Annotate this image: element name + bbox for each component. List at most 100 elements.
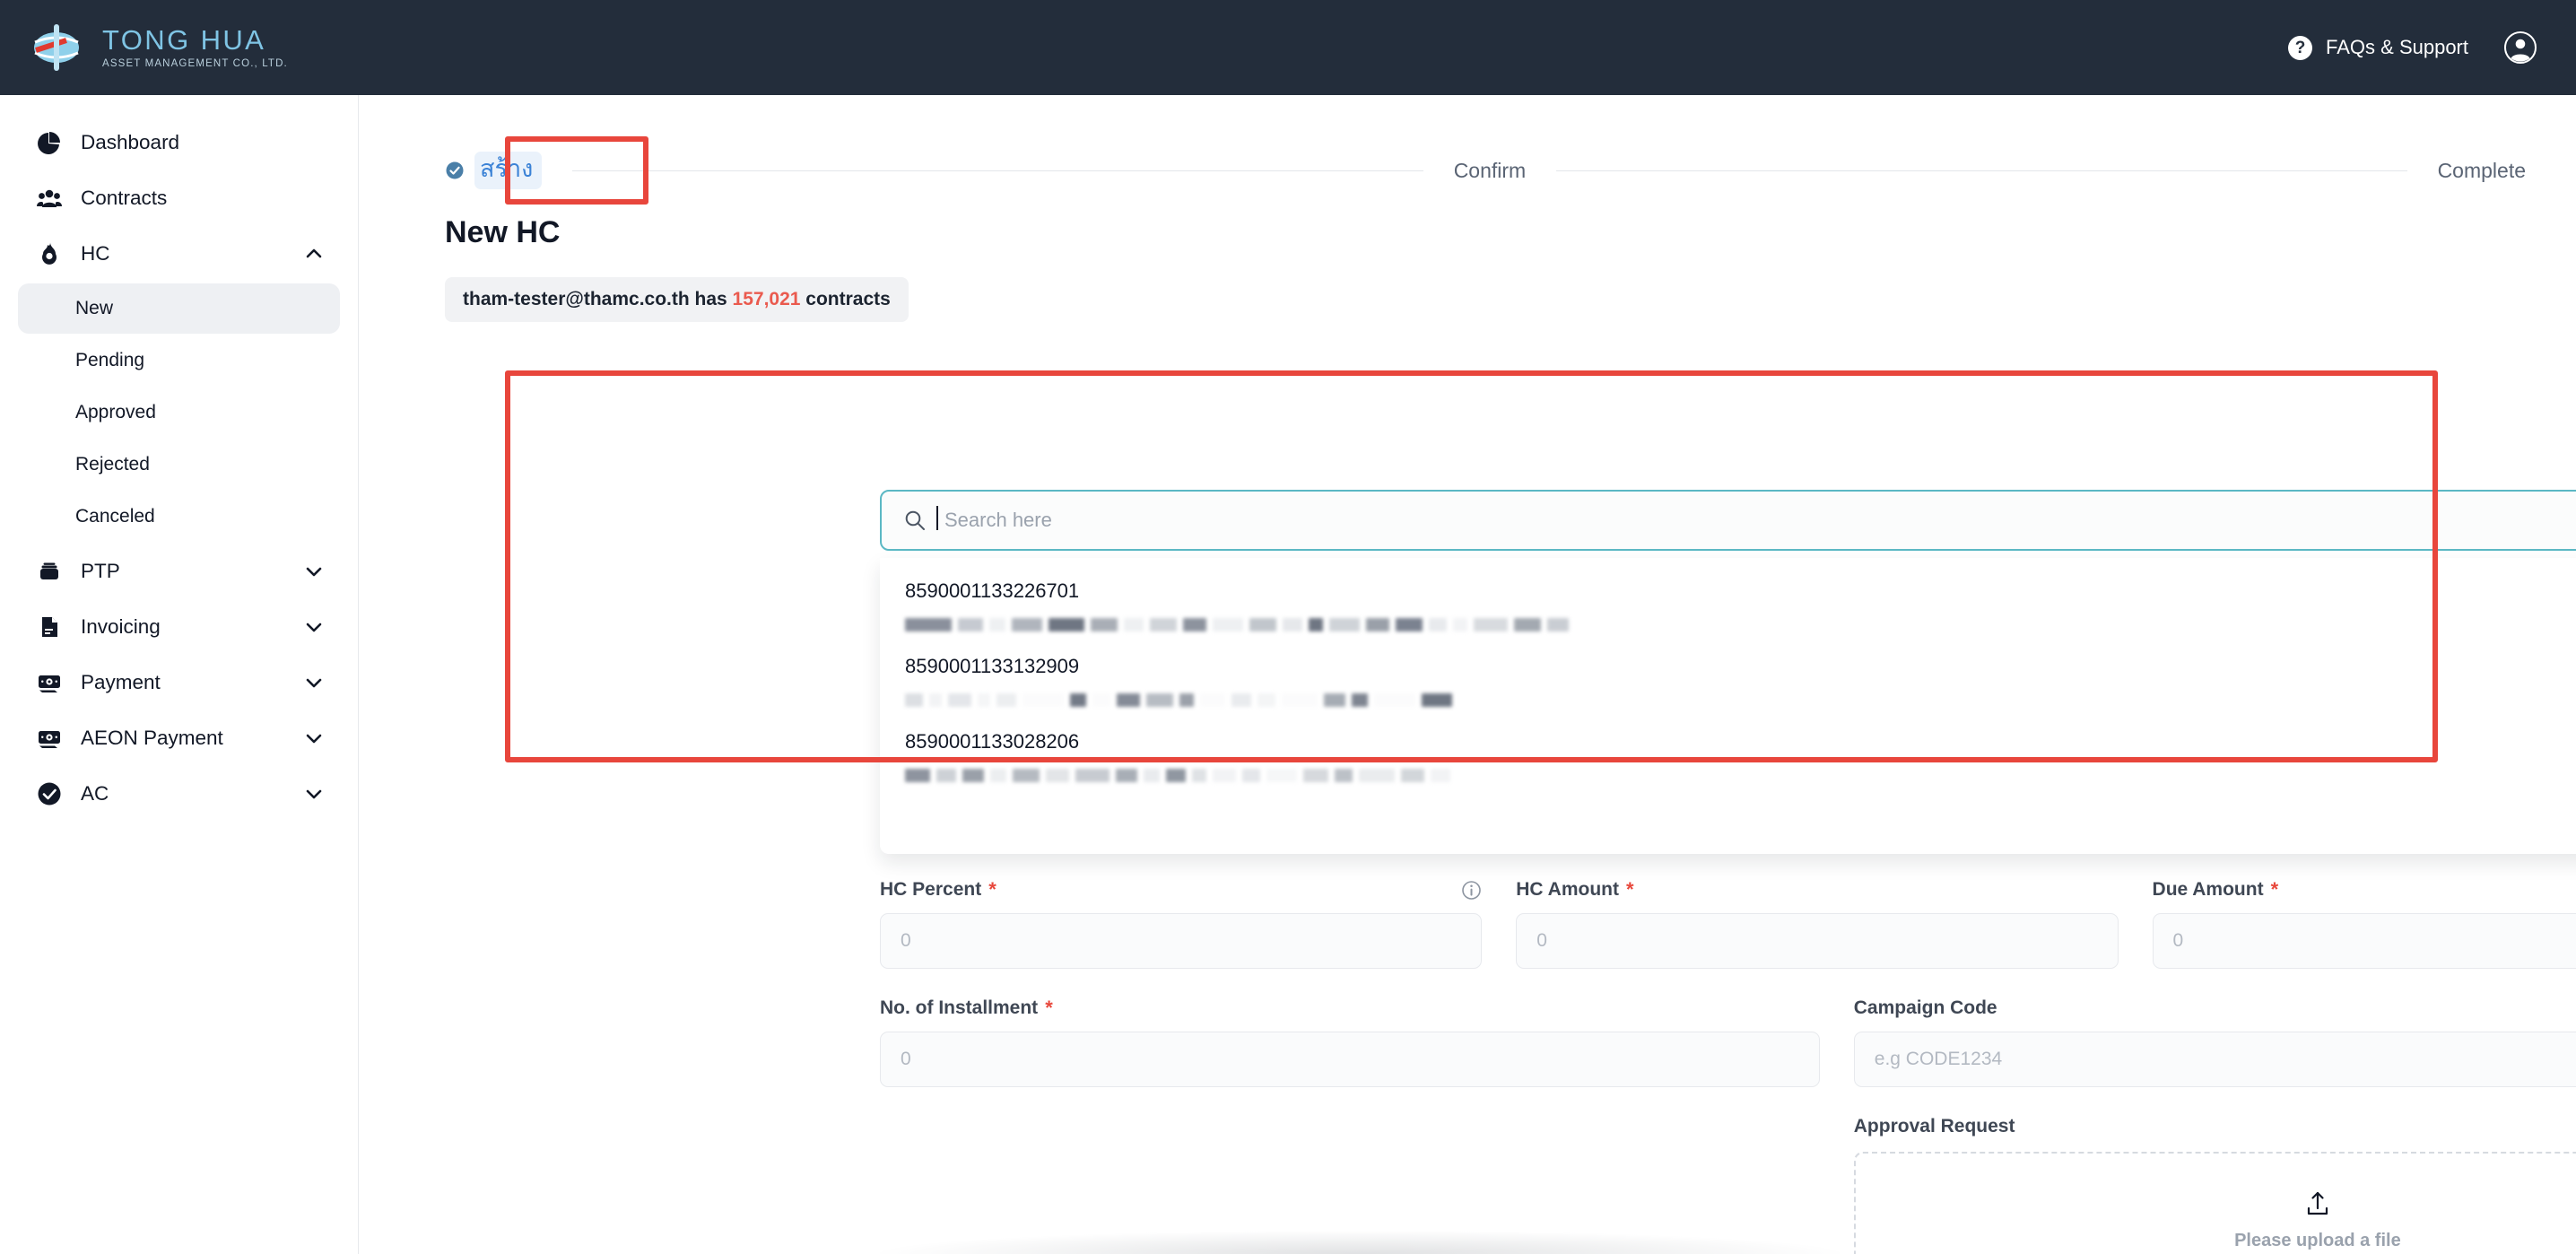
redacted-segment: [1352, 693, 1368, 707]
required-asterisk: *: [2271, 880, 2279, 900]
document-text-icon: [36, 614, 63, 640]
sidebar-item-label: HC: [81, 242, 286, 266]
pie-chart-icon: [36, 129, 63, 156]
file-upload-dropzone[interactable]: Please upload a file PNG, JPG, GIF, PDF: [1854, 1152, 2576, 1254]
redacted-segment: [1303, 769, 1328, 782]
contract-number: 8590001133028206: [905, 730, 2576, 753]
question-mark-circle-icon: ?: [2288, 36, 2312, 60]
redacted-segment: [1258, 693, 1275, 707]
faqs-support-button[interactable]: ? FAQs & Support: [2288, 36, 2468, 60]
top-bar: TONG HUA ASSET MANAGEMENT CO., LTD. ? FA…: [0, 0, 2576, 95]
sidebar-item-label: Contracts: [81, 187, 324, 210]
chevron-up-icon: [304, 244, 324, 264]
contract-number: 8590001133226701: [905, 579, 2576, 603]
main-content: สร้าง Confirm Complete New HC tham-teste…: [359, 95, 2576, 1254]
info-circle-icon[interactable]: [1461, 880, 1482, 901]
contract-count-notice: tham-tester@thamc.co.th has 157,021 cont…: [445, 277, 909, 322]
search-result-item[interactable]: 8590001133132909: [880, 646, 2576, 721]
sidebar-item-ac[interactable]: AC: [18, 766, 340, 822]
step-confirm[interactable]: Confirm: [1454, 159, 1527, 183]
search-results-dropdown[interactable]: 8590001133226701: [880, 558, 2576, 854]
tong-hua-logo-icon: [30, 22, 86, 73]
redacted-segment: [1091, 618, 1118, 631]
redacted-segment: [1359, 769, 1395, 782]
redacted-segment: [1266, 769, 1297, 782]
step-label: สร้าง: [474, 152, 542, 190]
user-account-icon[interactable]: [2504, 31, 2537, 64]
redacted-segment: [962, 769, 984, 782]
sidebar-item-label: Dashboard: [81, 131, 324, 154]
flame-icon: [36, 240, 63, 267]
redacted-segment: [1329, 618, 1360, 631]
field-due-amount: Due Amount * 0: [2153, 879, 2576, 969]
hc-amount-label: HC Amount *: [1516, 879, 2118, 901]
sidebar-item-invoicing[interactable]: Invoicing: [18, 599, 340, 655]
field-campaign-code: Campaign Code e.g CODE1234: [1854, 997, 2576, 1087]
redacted-segment: [1179, 693, 1194, 707]
redacted-segment: [1144, 769, 1160, 782]
sidebar-subitem-label: Rejected: [75, 454, 150, 475]
upload-spacer: [880, 1116, 1820, 1254]
sidebar-item-hc-canceled[interactable]: Canceled: [18, 492, 340, 542]
redacted-segment: [1150, 618, 1177, 631]
required-asterisk: *: [1626, 880, 1634, 900]
redacted-segment: [948, 693, 971, 707]
due-amount-label: Due Amount *: [2153, 879, 2576, 901]
step-label: Confirm: [1454, 159, 1527, 183]
step-create[interactable]: สร้าง: [445, 152, 542, 190]
sidebar-item-hc-pending[interactable]: Pending: [18, 335, 340, 386]
campaign-code-input[interactable]: e.g CODE1234: [1854, 1032, 2576, 1087]
brand-logo[interactable]: TONG HUA ASSET MANAGEMENT CO., LTD.: [30, 22, 288, 73]
redacted-segment: [1429, 618, 1447, 631]
redacted-segment: [1213, 769, 1236, 782]
approval-request-label: Approval Request: [1854, 1116, 2576, 1137]
redacted-segment: [1401, 769, 1424, 782]
sidebar-item-payment[interactable]: Payment: [18, 655, 340, 710]
no-installment-input[interactable]: 0: [880, 1032, 1820, 1087]
body: Dashboard Contracts: [0, 95, 2576, 1254]
brand-subtitle: ASSET MANAGEMENT CO., LTD.: [102, 58, 288, 69]
sidebar-item-dashboard[interactable]: Dashboard: [18, 115, 340, 170]
faqs-support-label: FAQs & Support: [2326, 36, 2468, 59]
app-root: TONG HUA ASSET MANAGEMENT CO., LTD. ? FA…: [0, 0, 2576, 1254]
due-amount-label-text: Due Amount: [2153, 879, 2264, 901]
chevron-down-icon: [304, 728, 324, 748]
redacted-segment: [1335, 769, 1353, 782]
search-result-item[interactable]: 8590001133028206: [880, 721, 2576, 797]
redacted-segment: [1046, 769, 1069, 782]
banknote-icon: [36, 725, 63, 752]
sidebar-item-contracts[interactable]: Contracts: [18, 170, 340, 226]
contract-notice-count: 157,021: [733, 289, 801, 309]
sidebar-item-hc[interactable]: HC: [18, 226, 340, 282]
redacted-detail-line: [905, 617, 2576, 631]
redacted-segment: [1231, 693, 1251, 707]
redacted-segment: [989, 618, 1005, 631]
hc-form: Autofill when selecting contract no. Aut…: [880, 795, 2576, 1254]
redacted-segment: [905, 769, 930, 782]
search-result-item[interactable]: 8590001133226701: [880, 570, 2576, 646]
banknote-icon: [36, 669, 63, 696]
form-row-installment: No. of Installment * 0 Campaign Code e.g…: [880, 997, 2576, 1087]
search-input[interactable]: Search here: [941, 509, 1052, 532]
step-complete[interactable]: Complete: [2438, 159, 2526, 183]
sidebar-item-hc-approved[interactable]: Approved: [18, 388, 340, 438]
sidebar-item-aeon-payment[interactable]: AEON Payment: [18, 710, 340, 766]
required-asterisk: *: [1045, 998, 1053, 1018]
sidebar-item-hc-rejected[interactable]: Rejected: [18, 440, 340, 490]
sidebar-item-label: Invoicing: [81, 615, 286, 639]
redacted-segment: [1431, 769, 1450, 782]
step-connector: [1556, 170, 2406, 171]
redacted-segment: [1166, 769, 1186, 782]
redacted-segment: [996, 693, 1016, 707]
due-amount-input[interactable]: 0: [2153, 913, 2576, 969]
sidebar-item-hc-new[interactable]: New: [18, 283, 340, 334]
redacted-detail-line: [905, 768, 2576, 782]
search-input-wrapper[interactable]: Search here: [880, 490, 2576, 551]
contract-number: 8590001133132909: [905, 655, 2576, 678]
chevron-down-icon: [304, 617, 324, 637]
hc-percent-input[interactable]: 0: [880, 913, 1482, 969]
hc-amount-input[interactable]: 0: [1516, 913, 2118, 969]
contract-notice-prefix: tham-tester@thamc.co.th has: [463, 289, 733, 309]
sidebar-item-ptp[interactable]: PTP: [18, 544, 340, 599]
chevron-down-icon: [304, 673, 324, 692]
